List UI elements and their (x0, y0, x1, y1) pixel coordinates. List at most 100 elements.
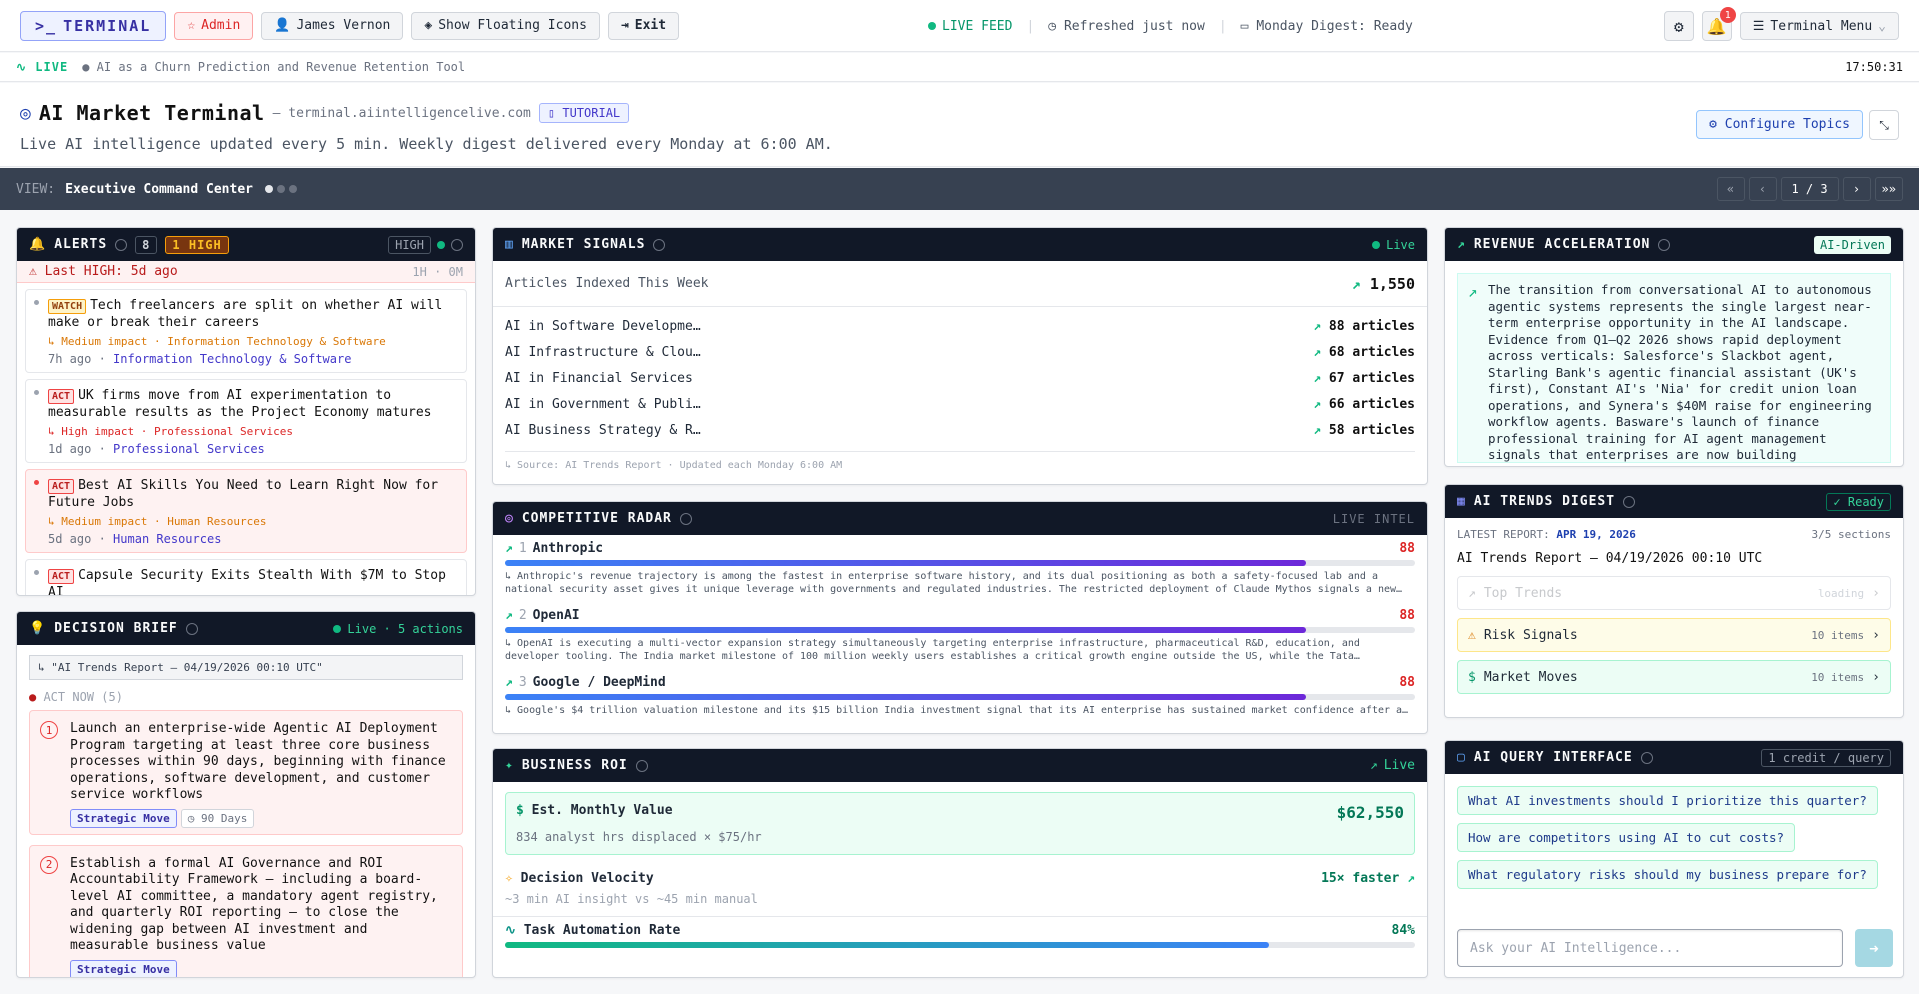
alert-item[interactable]: ACT UK firms move from AI experimentation… (25, 379, 467, 463)
decision-brief-panel: 💡 DECISION BRIEF Live · 5 actions ↳ "AI … (16, 611, 476, 978)
automation-fill (505, 942, 1270, 948)
query-input[interactable]: Ask your AI Intelligence... (1457, 929, 1843, 967)
digest-section-top-trends[interactable]: ↗ Top Trends loading › (1457, 576, 1891, 610)
send-icon: ➜ (1869, 938, 1879, 958)
dollar-icon: $ (516, 803, 524, 818)
info-icon[interactable] (451, 238, 463, 251)
ticker-headline-text: AI as a Churn Prediction and Revenue Ret… (96, 60, 466, 74)
indexed-value: 1,550 (1369, 274, 1415, 293)
terminal-menu-button[interactable]: ☰ Terminal Menu ⌄ (1739, 12, 1899, 40)
tutorial-button[interactable]: ▯ TUTORIAL (538, 103, 630, 123)
dollar-icon: $ (1468, 669, 1476, 685)
revenue-insight: ↗ The transition from conversational AI … (1457, 273, 1891, 463)
configure-label: Configure Topics (1724, 117, 1850, 132)
admin-button[interactable]: ☆ Admin (174, 11, 254, 40)
competitor-item[interactable]: ↗ 3 Google / DeepMind 88 ↳ Google's $4 tril… (493, 669, 1427, 733)
revenue-text: The transition from conversational AI to… (1488, 282, 1872, 462)
info-icon[interactable] (635, 759, 648, 772)
section-count: 10 items (1811, 628, 1865, 642)
brief-action-item[interactable]: 1 Launch an enterprise-wide Agentic AI D… (29, 710, 463, 835)
info-icon[interactable] (679, 512, 692, 525)
view-dot[interactable] (276, 185, 285, 193)
view-dot[interactable] (288, 185, 297, 193)
alert-item[interactable]: ACT Capsule Security Exits Stealth With $… (25, 559, 467, 595)
digest-section-risk-signals[interactable]: ⚠ Risk Signals 10 items › (1457, 618, 1891, 652)
alert-dot (34, 390, 39, 395)
suggested-query[interactable]: What AI investments should I prioritize … (1457, 786, 1878, 815)
action-type-chip: Strategic Move (70, 808, 177, 828)
user-name: James Vernon (296, 18, 391, 33)
trend-up-icon: ↗ (1313, 318, 1322, 334)
notifications-button[interactable]: 🔔 1 (1701, 7, 1736, 41)
trend-up-icon: ↗ (505, 675, 513, 690)
automation-rate-metric: ∿ Task Automation Rate 84% (493, 917, 1427, 958)
view-pager: « ‹ 1 / 3 › »» (1716, 177, 1903, 201)
view-dot[interactable] (264, 185, 273, 193)
info-icon[interactable] (653, 238, 666, 251)
send-button[interactable]: ➜ (1855, 929, 1893, 967)
competitor-item[interactable]: ↗ 2 OpenAI 88 ↳ OpenAI is executing a multi… (493, 602, 1427, 669)
action-type-chip: Strategic Move (70, 959, 177, 977)
prev-page-button[interactable]: ‹ (1748, 177, 1777, 201)
configure-topics-button[interactable]: ⚙ Configure Topics (1696, 110, 1863, 139)
radar-header: ◎ COMPETITIVE RADAR LIVE INTEL (493, 502, 1427, 535)
brief-action-item[interactable]: 2 Establish a formal AI Governance and R… (29, 844, 463, 977)
digest-section-market-moves[interactable]: $ Market Moves 10 items › (1457, 660, 1891, 694)
info-icon[interactable] (1658, 238, 1671, 251)
automation-label: Task Automation Rate (523, 923, 681, 938)
alert-item[interactable]: WATCH Tech freelancers are split on wheth… (25, 289, 467, 373)
alert-item[interactable]: ACT Best AI Skills You Need to Learn Righ… (25, 469, 467, 553)
latest-label: LATEST REPORT: (1457, 528, 1550, 541)
refresh-label: Refreshed just now (1063, 18, 1205, 34)
monthly-label: Est. Monthly Value (531, 803, 673, 818)
signals-live: Live (1386, 237, 1415, 252)
exit-button[interactable]: ⇥ Exit (607, 11, 680, 40)
ticker-live-label: LIVE (35, 60, 69, 74)
bar-chart-icon: ▥ (505, 237, 514, 252)
digest-title: AI TRENDS DIGEST (1473, 494, 1616, 509)
top-bar: >_ TERMINAL ☆ Admin 👤 James Vernon ◈ Sho… (0, 0, 1919, 52)
signal-row[interactable]: AI in Financial Services ↗ 67 articles (493, 365, 1427, 391)
competitor-item[interactable]: ↗ 1 Anthropic 88 ↳ Anthropic's revenue traj… (493, 535, 1427, 602)
query-title: AI QUERY INTERFACE (1473, 750, 1633, 765)
velocity-value: 15× faster (1321, 871, 1400, 886)
last-page-button[interactable]: »» (1874, 177, 1903, 201)
terminal-logo-button[interactable]: >_ TERMINAL (20, 10, 167, 41)
signal-label: AI Business Strategy & R… (505, 422, 701, 438)
next-page-button[interactable]: › (1842, 177, 1871, 201)
suggested-query[interactable]: What regulatory risks should my business… (1457, 860, 1878, 889)
user-button[interactable]: 👤 James Vernon (261, 11, 404, 40)
settings-button[interactable]: ⚙ (1663, 11, 1694, 41)
alert-category[interactable]: Professional Services (113, 442, 265, 456)
velocity-label: Decision Velocity (520, 871, 654, 886)
signal-row[interactable]: AI in Government & Publi… ↗ 66 articles (493, 391, 1427, 417)
collapse-button[interactable]: ⤡ (1869, 110, 1899, 140)
alert-time: 7h ago (48, 352, 92, 366)
act-now-label: ACT NOW (43, 690, 95, 704)
info-icon[interactable] (1640, 751, 1653, 764)
signal-row[interactable]: AI Infrastructure & Clou… ↗ 68 articles (493, 339, 1427, 365)
signal-row[interactable]: AI in Software Developme… ↗ 88 articles (493, 313, 1427, 339)
signal-row[interactable]: AI Business Strategy & R… ↗ 58 articles (493, 417, 1427, 443)
alert-category[interactable]: Information Technology & Software (113, 352, 351, 366)
roi-header: ✦ BUSINESS ROI ↗ Live (493, 749, 1427, 782)
competitor-name: OpenAI (532, 608, 580, 623)
trend-up-icon: ↗ (1313, 344, 1322, 360)
alert-category[interactable]: Human Resources (113, 532, 221, 546)
ticker-headline[interactable]: ● AI as a Churn Prediction and Revenue R… (82, 60, 465, 74)
trend-up-icon: ↗ (1313, 422, 1322, 438)
info-icon[interactable] (1623, 495, 1636, 508)
first-page-button[interactable]: « (1716, 177, 1745, 201)
info-icon[interactable] (115, 238, 128, 251)
digest-header: ▦ AI TRENDS DIGEST ✓ Ready (1445, 485, 1903, 518)
suggested-query[interactable]: How are competitors using AI to cut cost… (1457, 823, 1796, 852)
signal-value: 88 articles (1328, 318, 1415, 334)
section-label: Risk Signals (1483, 627, 1578, 643)
show-floating-icons-button[interactable]: ◈ Show Floating Icons (411, 11, 600, 40)
page-header: ◎ AI Market Terminal — terminal.aiintell… (0, 83, 1919, 167)
trend-up-icon: ↗ (1468, 282, 1478, 301)
ticker-clock: 17:50:31 (1845, 60, 1903, 74)
gear-icon: ⚙ (1709, 117, 1717, 132)
alerts-filter-button[interactable]: HIGH (388, 235, 431, 254)
info-icon[interactable] (185, 622, 198, 635)
